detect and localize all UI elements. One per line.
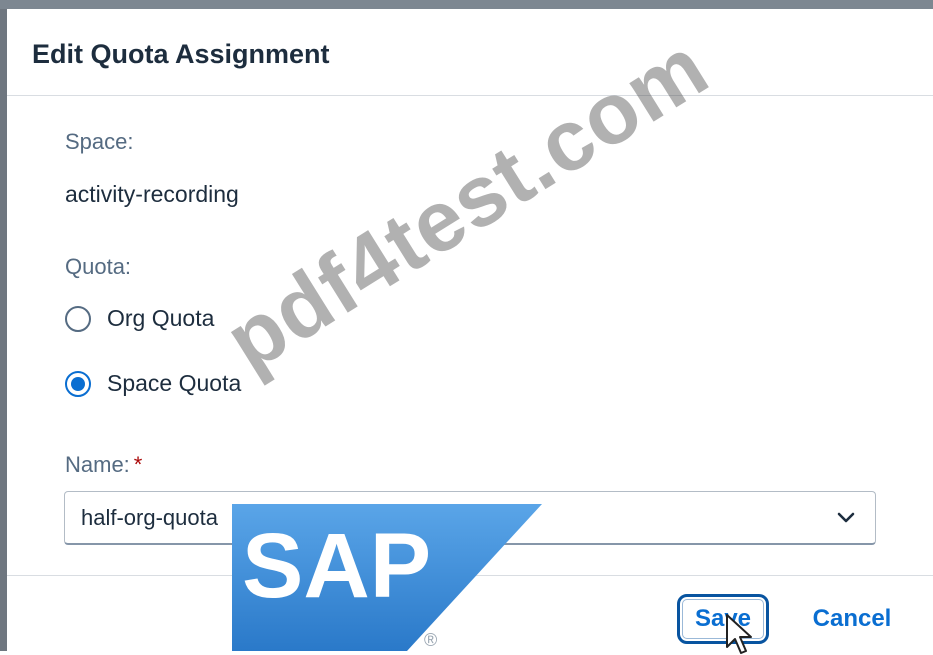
left-border (0, 9, 7, 651)
radio-space-quota[interactable]: Space Quota (65, 370, 241, 397)
radio-label-space-quota: Space Quota (107, 370, 242, 396)
radio-label-org-quota: Org Quota (107, 305, 215, 331)
quota-label: Quota: (65, 254, 132, 279)
radio-button-unchecked[interactable] (65, 305, 91, 332)
sap-logo-text: SAP (242, 515, 431, 617)
radio-org-quota[interactable]: Org Quota (65, 305, 214, 332)
name-label: Name: (65, 452, 130, 477)
header-divider (7, 95, 933, 96)
registered-mark: ® (424, 630, 437, 650)
sap-logo: SAP ® (232, 504, 542, 651)
name-label-row: Name: * (65, 452, 142, 478)
save-button[interactable]: Save (677, 594, 769, 644)
required-asterisk: * (133, 452, 143, 477)
space-label: Space: (65, 129, 134, 154)
space-value: activity-recording (65, 181, 239, 207)
radio-button-checked[interactable] (65, 370, 91, 397)
chevron-down-icon[interactable] (831, 503, 861, 533)
top-border (0, 0, 933, 9)
dialog-title: Edit Quota Assignment (32, 39, 330, 69)
cancel-button[interactable]: Cancel (800, 594, 904, 644)
mouse-pointer-icon (726, 614, 752, 654)
